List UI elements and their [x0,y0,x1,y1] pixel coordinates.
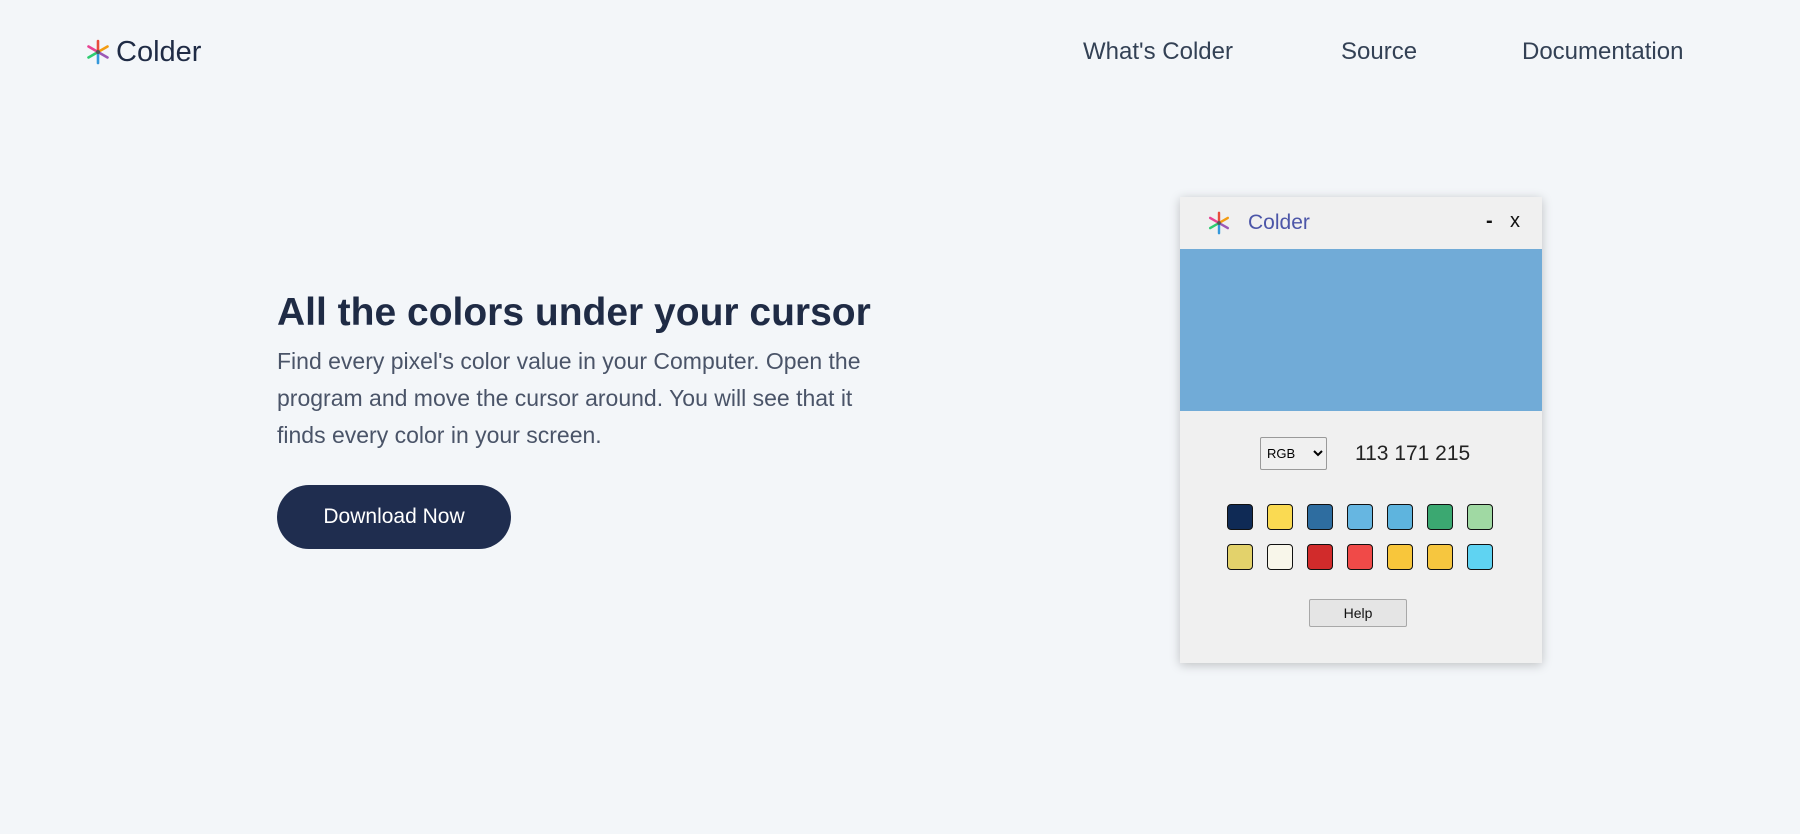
color-swatch[interactable] [1427,504,1453,530]
color-swatch[interactable] [1347,504,1373,530]
swatch-palette [1227,504,1493,570]
color-readout: RGB 113 171 215 [1260,437,1470,470]
color-swatch[interactable] [1387,504,1413,530]
download-now-button[interactable]: Download Now [277,485,511,549]
close-button[interactable]: x [1510,209,1520,233]
hero-title: All the colors under your cursor [277,291,871,334]
top-nav: What's Colder Source Documentation [0,36,1800,70]
nav-documentation[interactable]: Documentation [1522,36,1683,68]
color-swatch[interactable] [1467,544,1493,570]
nav-source[interactable]: Source [1341,36,1417,68]
color-swatch[interactable] [1387,544,1413,570]
color-swatch[interactable] [1227,544,1253,570]
app-window-title: Colder [1248,211,1310,234]
color-value: 113 171 215 [1355,441,1471,465]
app-window-preview: Colder - x RGB 113 171 215 Help [1180,197,1542,663]
color-format-select[interactable]: RGB [1260,437,1327,470]
color-swatch[interactable] [1227,504,1253,530]
snowflake-icon [1208,211,1230,235]
hero-section: All the colors under your cursor Find ev… [277,288,917,454]
color-swatch[interactable] [1427,544,1453,570]
color-swatch[interactable] [1347,544,1373,570]
color-swatch[interactable] [1307,544,1333,570]
color-swatch[interactable] [1267,544,1293,570]
color-swatch[interactable] [1267,504,1293,530]
app-titlebar[interactable]: Colder - x [1180,197,1542,249]
color-swatch[interactable] [1307,504,1333,530]
help-button[interactable]: Help [1309,599,1407,627]
nav-whats-colder[interactable]: What's Colder [1083,36,1233,68]
color-preview [1180,249,1542,411]
hero-description: Find every pixel's color value in your C… [277,348,861,448]
color-swatch[interactable] [1467,504,1493,530]
minimize-button[interactable]: - [1486,209,1493,233]
